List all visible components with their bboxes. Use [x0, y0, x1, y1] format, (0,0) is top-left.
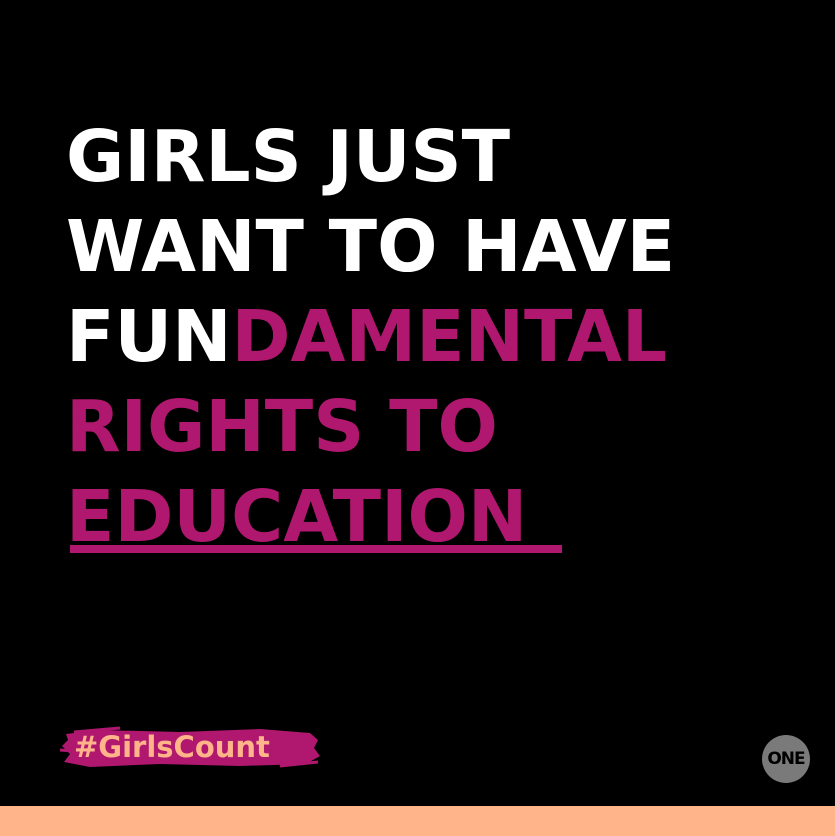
logo-text: ONE	[767, 749, 805, 769]
bottom-band	[0, 806, 835, 836]
headline-line-1: GIRLS JUST	[66, 115, 511, 198]
headline-fun: FUN	[66, 295, 232, 378]
headline-line-3: FUNDAMENTAL	[66, 292, 675, 382]
headline-line-4: RIGHTS TO	[66, 385, 498, 468]
one-logo: ONE	[762, 735, 810, 783]
headline-line-2: WANT TO HAVE	[66, 205, 676, 288]
hashtag-badge: #GirlsCount	[60, 724, 322, 770]
headline-underline	[70, 545, 562, 553]
headline-damental: DAMENTAL	[231, 295, 668, 378]
headline: GIRLS JUST WANT TO HAVE FUNDAMENTAL RIGH…	[66, 112, 675, 562]
hashtag-text: #GirlsCount	[74, 730, 270, 764]
